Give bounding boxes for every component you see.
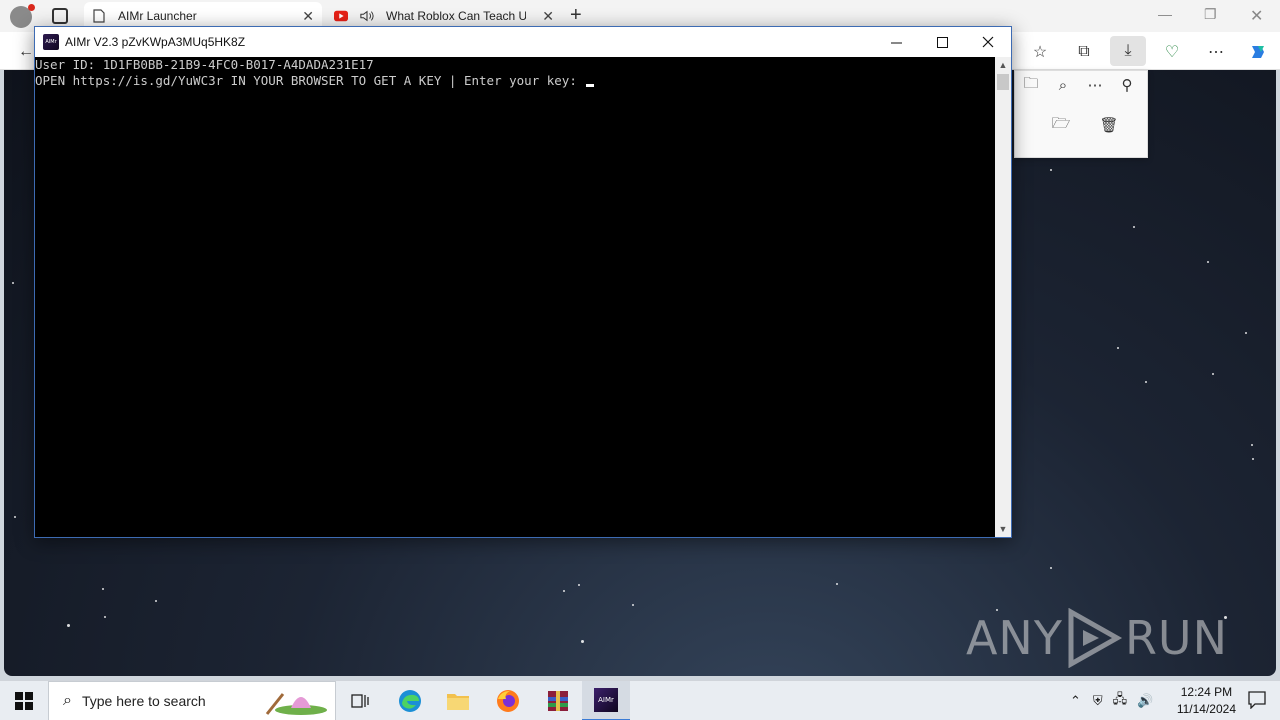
- star-dot: [1050, 567, 1052, 569]
- minimize-button[interactable]: [873, 27, 919, 57]
- anyrun-watermark: ANY RUN: [966, 608, 1228, 668]
- audio-playing-icon[interactable]: [360, 9, 374, 23]
- console-line-user-id: User ID: 1D1FB0BB-21B9-4FC0-B017-A4DADA2…: [35, 57, 374, 72]
- star-dot: [563, 590, 565, 592]
- search-highlight-image: [261, 688, 329, 716]
- console-title: AIMr V2.3 pZvKWpA3MUq5HK8Z: [65, 35, 246, 49]
- vertical-scrollbar[interactable]: ▲ ▼: [995, 57, 1011, 537]
- search-placeholder: Type here to search: [81, 693, 206, 709]
- taskbar: ⌕ Type here to search AIMr ⌃ ⛨ 🖧 🔊 12:24…: [0, 680, 1280, 720]
- taskbar-clock[interactable]: 12:24 PM 11/14/2024: [1177, 684, 1236, 718]
- tab-close-icon[interactable]: ✕: [542, 8, 554, 25]
- clock-date: 11/14/2024: [1176, 702, 1236, 716]
- star-dot: [1117, 347, 1119, 349]
- aimr-app-icon: AIMr: [594, 688, 618, 712]
- chevron-up-icon[interactable]: ⌃: [1070, 693, 1081, 709]
- star-dot: [1133, 226, 1135, 228]
- browser-essentials-icon[interactable]: ♡: [1158, 40, 1186, 64]
- tab-close-icon[interactable]: ✕: [302, 8, 314, 25]
- maximize-button[interactable]: [919, 27, 965, 57]
- network-icon[interactable]: 🖧: [1113, 690, 1128, 712]
- star-dot: [1212, 373, 1214, 375]
- watermark-left-text: ANY: [965, 611, 1063, 665]
- console-output[interactable]: User ID: 1D1FB0BB-21B9-4FC0-B017-A4DADA2…: [35, 57, 995, 537]
- open-folder-icon[interactable]: 🗀: [1015, 71, 1047, 99]
- copilot-icon[interactable]: [1244, 40, 1272, 64]
- page-icon: [92, 9, 106, 23]
- windows-logo-icon: [15, 692, 33, 710]
- text-cursor: [586, 84, 595, 87]
- new-tab-plus-icon[interactable]: +: [570, 4, 582, 27]
- star-dot: [67, 624, 70, 627]
- play-logo-icon: [1068, 608, 1123, 668]
- watermark-right-text: RUN: [1124, 611, 1228, 665]
- scroll-thumb[interactable]: [997, 74, 1009, 90]
- firefox-icon[interactable]: [484, 681, 532, 720]
- clock-time: 12:24 PM: [1180, 685, 1233, 699]
- security-icon[interactable]: ⛨: [1093, 693, 1103, 709]
- system-tray: ⌃ ⛨ 🖧 🔊: [1070, 681, 1153, 720]
- star-dot: [1145, 381, 1147, 383]
- star-dot: [578, 584, 580, 586]
- winrar-icon[interactable]: [534, 681, 582, 720]
- tab-title: What Roblox Can Teach Us: [386, 9, 526, 23]
- notification-dot: [28, 4, 35, 11]
- scroll-down-arrow-icon[interactable]: ▼: [995, 521, 1011, 537]
- scroll-up-arrow-icon[interactable]: ▲: [995, 57, 1011, 73]
- more-options-icon[interactable]: ⋯: [1202, 40, 1230, 64]
- search-icon[interactable]: ⌕: [1047, 71, 1079, 99]
- favorites-icon[interactable]: ☆: [1026, 40, 1054, 64]
- search-icon: ⌕: [63, 692, 72, 709]
- star-dot: [102, 588, 104, 590]
- close-button[interactable]: [965, 27, 1011, 57]
- volume-icon[interactable]: 🔊: [1137, 693, 1153, 709]
- youtube-icon: [334, 9, 348, 23]
- star-dot: [1050, 169, 1052, 171]
- star-dot: [12, 282, 14, 284]
- console-line-prompt: OPEN https://is.gd/YuWC3r IN YOUR BROWSE…: [35, 73, 585, 88]
- task-view-icon[interactable]: [336, 681, 384, 720]
- file-explorer-icon[interactable]: [434, 681, 482, 720]
- star-dot: [155, 600, 157, 602]
- star-dot: [1207, 261, 1209, 263]
- tab-title: AIMr Launcher: [118, 9, 197, 23]
- downloads-flyout: 🗀 ⌕ ⋯ ⚲ 🗁 🗑: [1014, 70, 1148, 158]
- start-button[interactable]: [0, 681, 48, 720]
- star-dot: [104, 616, 106, 618]
- aimr-app-icon: AIMr: [43, 34, 59, 50]
- taskbar-search-box[interactable]: ⌕ Type here to search: [48, 681, 336, 720]
- collections-icon[interactable]: ⧉: [1070, 40, 1098, 64]
- star-dot: [632, 604, 634, 606]
- tab-actions-icon[interactable]: [52, 8, 68, 24]
- show-in-folder-icon[interactable]: 🗁: [1045, 111, 1077, 139]
- star-dot: [1252, 458, 1254, 460]
- star-dot: [1245, 332, 1247, 334]
- star-dot: [996, 609, 998, 611]
- browser-minimize-icon[interactable]: —: [1158, 6, 1172, 22]
- star-dot: [836, 583, 838, 585]
- console-window: AIMr AIMr V2.3 pZvKWpA3MUq5HK8Z User ID:…: [34, 26, 1012, 538]
- pin-icon[interactable]: ⚲: [1111, 71, 1143, 99]
- downloads-icon[interactable]: ⤓: [1110, 36, 1146, 66]
- star-dot: [1224, 616, 1227, 619]
- browser-close-icon[interactable]: ✕: [1250, 6, 1263, 26]
- browser-restore-icon[interactable]: ❐: [1204, 6, 1217, 23]
- more-options-icon[interactable]: ⋯: [1079, 71, 1111, 99]
- star-dot: [1251, 444, 1253, 446]
- star-dot: [14, 516, 16, 518]
- console-titlebar[interactable]: AIMr AIMr V2.3 pZvKWpA3MUq5HK8Z: [35, 27, 1011, 57]
- edge-browser-icon[interactable]: [386, 681, 434, 720]
- star-dot: [581, 640, 584, 643]
- notifications-icon[interactable]: [1248, 691, 1266, 714]
- aimr-taskbar-icon[interactable]: AIMr: [582, 681, 630, 720]
- delete-icon[interactable]: 🗑: [1093, 111, 1125, 139]
